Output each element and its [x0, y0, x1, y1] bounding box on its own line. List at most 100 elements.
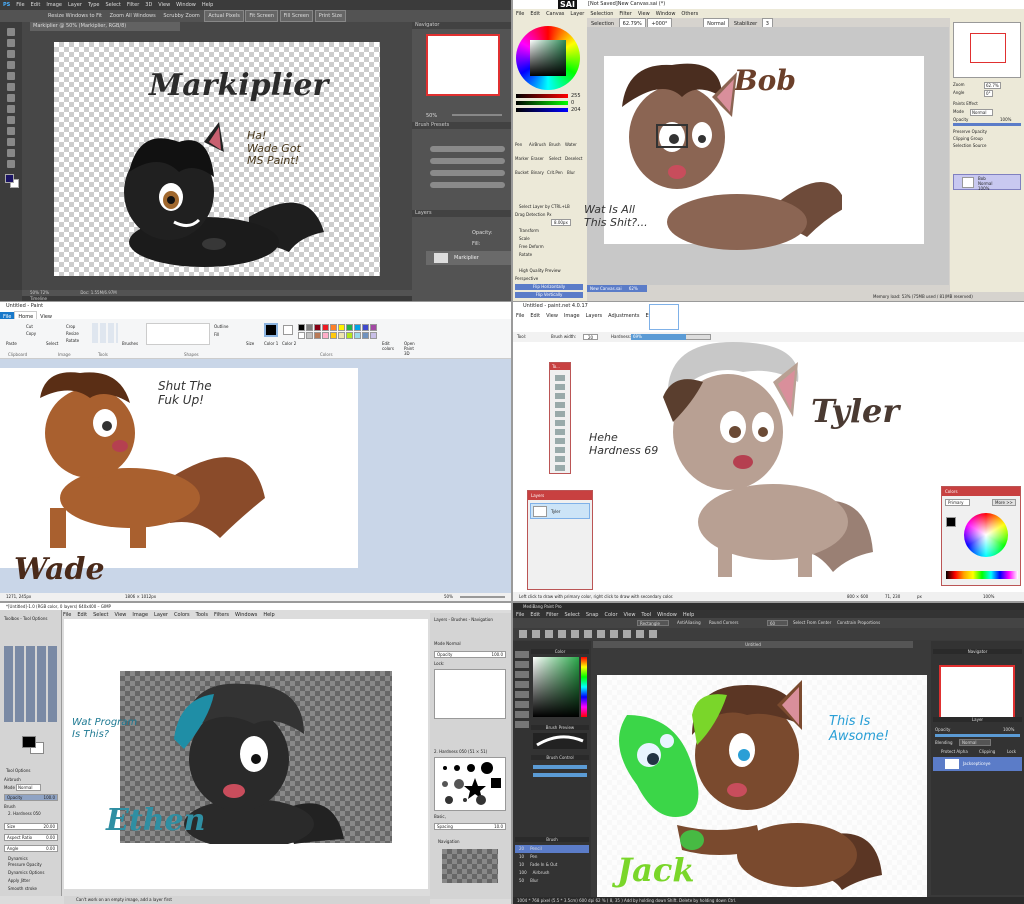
- sai-color-wheel[interactable]: [516, 26, 580, 90]
- mspaint-zoom-slider[interactable]: [460, 596, 505, 598]
- sai-tool-pen[interactable]: Pen: [515, 142, 522, 147]
- gimp-dock-mode[interactable]: Mode Normal: [434, 641, 461, 646]
- ps-menu-image[interactable]: Image: [43, 0, 65, 10]
- ps-opt-resize[interactable]: Resize Windows to Fit: [45, 11, 105, 21]
- pdn-image-thumb-strip[interactable]: [649, 304, 679, 330]
- ps-hand-tool[interactable]: [7, 160, 15, 168]
- sai-tool-blur[interactable]: Blur: [567, 170, 575, 175]
- sai-tool-water[interactable]: Water: [565, 142, 577, 147]
- gimp-angle-slider[interactable]: Angle 0.00: [4, 845, 58, 852]
- medibang-shape-select[interactable]: Rectangle: [637, 620, 669, 626]
- medibang-layer-row[interactable]: Jacksepticeye: [933, 757, 1022, 771]
- mspaint-palette-swatch[interactable]: [338, 324, 345, 331]
- ps-brush-tool[interactable]: [7, 94, 15, 102]
- pdn-primary-select[interactable]: Primary: [945, 499, 971, 506]
- gimp-dynamics-value[interactable]: Pressure Opacity: [8, 862, 42, 867]
- ps-menu-view[interactable]: View: [155, 0, 173, 10]
- medibang-tool-strip[interactable]: [515, 651, 529, 731]
- sai-tool-select[interactable]: Select: [549, 156, 561, 161]
- gimp-tool-grid[interactable]: [4, 646, 58, 722]
- mspaint-palette-swatch[interactable]: [362, 324, 369, 331]
- mspaint-select-button[interactable]: Select: [46, 341, 58, 346]
- mspaint-palette-swatch[interactable]: [314, 324, 321, 331]
- mspaint-paint3d[interactable]: Open Paint 3D: [404, 341, 420, 356]
- gimp-mode-value[interactable]: Normal: [16, 784, 42, 791]
- ps-navigator-thumb[interactable]: [426, 34, 500, 96]
- medibang-tool-row[interactable]: [513, 628, 1024, 640]
- ps-wand-tool[interactable]: [7, 61, 15, 69]
- medibang-round-corners[interactable]: Round Corners: [709, 618, 738, 628]
- medibang-opacity-value[interactable]: 100%: [1003, 727, 1014, 732]
- sai-tool-deselect[interactable]: Deselect: [565, 156, 582, 161]
- medibang-round-value[interactable]: 60: [767, 620, 789, 626]
- gimp-opacity-slider[interactable]: Opacity 100.0: [4, 794, 58, 801]
- gimp-dock-lock[interactable]: Lock:: [434, 661, 444, 666]
- medibang-brush-opacity-bar[interactable]: [533, 773, 587, 777]
- pdn-menu-file[interactable]: File: [513, 311, 527, 321]
- mspaint-palette-swatch[interactable]: [330, 324, 337, 331]
- pdn-menu-view[interactable]: View: [543, 311, 561, 321]
- ps-nav-slider[interactable]: [452, 114, 502, 116]
- medibang-clipping[interactable]: Clipping: [979, 749, 995, 754]
- medibang-brush-row-blur[interactable]: 50 Blur: [515, 877, 589, 885]
- mspaint-cut-button[interactable]: Cut: [26, 324, 33, 329]
- ps-menu-help[interactable]: Help: [199, 0, 216, 10]
- ps-menu-edit[interactable]: Edit: [28, 0, 44, 10]
- mspaint-palette-swatch[interactable]: [346, 332, 353, 339]
- mspaint-palette-swatch[interactable]: [354, 324, 361, 331]
- gimp-dynamics-options[interactable]: Dynamics Options: [8, 870, 44, 875]
- mspaint-palette-swatch[interactable]: [338, 332, 345, 339]
- gimp-fg-color[interactable]: [22, 736, 36, 748]
- ps-brush-presets-header[interactable]: Brush Presets: [412, 122, 511, 129]
- mspaint-color2[interactable]: [283, 325, 293, 335]
- sai-rgb-sliders[interactable]: 255 0 204: [516, 93, 584, 118]
- gimp-dock-opacity[interactable]: Opacity 100.0: [434, 651, 506, 658]
- pdn-tool-icons[interactable]: [555, 375, 565, 471]
- ps-opt-print[interactable]: Print Size: [314, 10, 347, 22]
- pdn-layer-row[interactable]: Tyler: [530, 503, 590, 519]
- medibang-brush-size-bar[interactable]: [533, 765, 587, 769]
- ps-opt-zoomall[interactable]: Zoom All Windows: [107, 11, 159, 21]
- gimp-layers-list[interactable]: [434, 669, 506, 719]
- sai-slider-b[interactable]: [516, 108, 568, 112]
- medibang-blending-select[interactable]: Normal: [959, 739, 992, 746]
- sai-selection-source[interactable]: Selection Source: [953, 143, 986, 148]
- ps-pen-tool[interactable]: [7, 138, 15, 146]
- pdn-primary-swatch[interactable]: [946, 517, 956, 527]
- pdn-tools-window[interactable]: To...: [549, 362, 571, 474]
- sai-zoom-value[interactable]: 62.7%: [984, 82, 1001, 89]
- mspaint-shapes-gallery[interactable]: [146, 323, 210, 345]
- medibang-hue-bar[interactable]: [581, 657, 587, 717]
- medibang-protect-alpha[interactable]: Protect Alpha: [941, 749, 968, 754]
- ps-opt-scrubby[interactable]: Scrubby Zoom: [160, 11, 202, 21]
- sai-transform-opt[interactable]: Transform: [519, 228, 539, 233]
- mspaint-palette-swatch[interactable]: [322, 324, 329, 331]
- mspaint-canvas[interactable]: Shut The Fuk Up!: [0, 368, 358, 568]
- pdn-color-wheel[interactable]: [964, 513, 1008, 557]
- medibang-constrain[interactable]: Constrain Proportions: [837, 618, 880, 628]
- sai-flip-v-button[interactable]: Flip Vertically: [515, 292, 583, 298]
- mspaint-palette-swatch[interactable]: [306, 324, 313, 331]
- sai-clipping-group[interactable]: Clipping Group: [953, 136, 983, 141]
- mspaint-palette-swatch[interactable]: [354, 332, 361, 339]
- pdn-brush-width-field[interactable]: 20: [583, 334, 599, 340]
- sai-layer-row[interactable]: Bob Normal 100%: [953, 174, 1021, 191]
- ps-marquee-tool[interactable]: [7, 39, 15, 47]
- sai-angle-value[interactable]: 0°: [984, 90, 993, 97]
- gimp-aspect-slider[interactable]: Aspect Ratio 0.00: [4, 834, 58, 841]
- mspaint-tools-grid[interactable]: [92, 323, 118, 343]
- sai-px-field[interactable]: 8.00px: [551, 219, 571, 226]
- ps-menu-file[interactable]: File: [13, 0, 27, 10]
- ps-navigator-header[interactable]: Navigator: [412, 22, 511, 29]
- ps-brush-stroke-1[interactable]: [430, 146, 505, 152]
- mspaint-brushes-button[interactable]: Brushes: [122, 341, 138, 346]
- medibang-color-picker[interactable]: [533, 657, 579, 717]
- ps-brush-stroke-4[interactable]: [430, 182, 505, 188]
- sai-doc-tab[interactable]: New Canvas.sai 62%: [587, 285, 647, 292]
- mspaint-crop-button[interactable]: Crop: [66, 324, 75, 329]
- sai-scale-opt[interactable]: Scale: [519, 236, 530, 241]
- pdn-status-zoom[interactable]: 100%: [983, 592, 994, 601]
- sai-color-square[interactable]: [530, 40, 566, 76]
- ps-menu-window[interactable]: Window: [173, 0, 199, 10]
- medibang-opacity-bar[interactable]: [935, 734, 1020, 737]
